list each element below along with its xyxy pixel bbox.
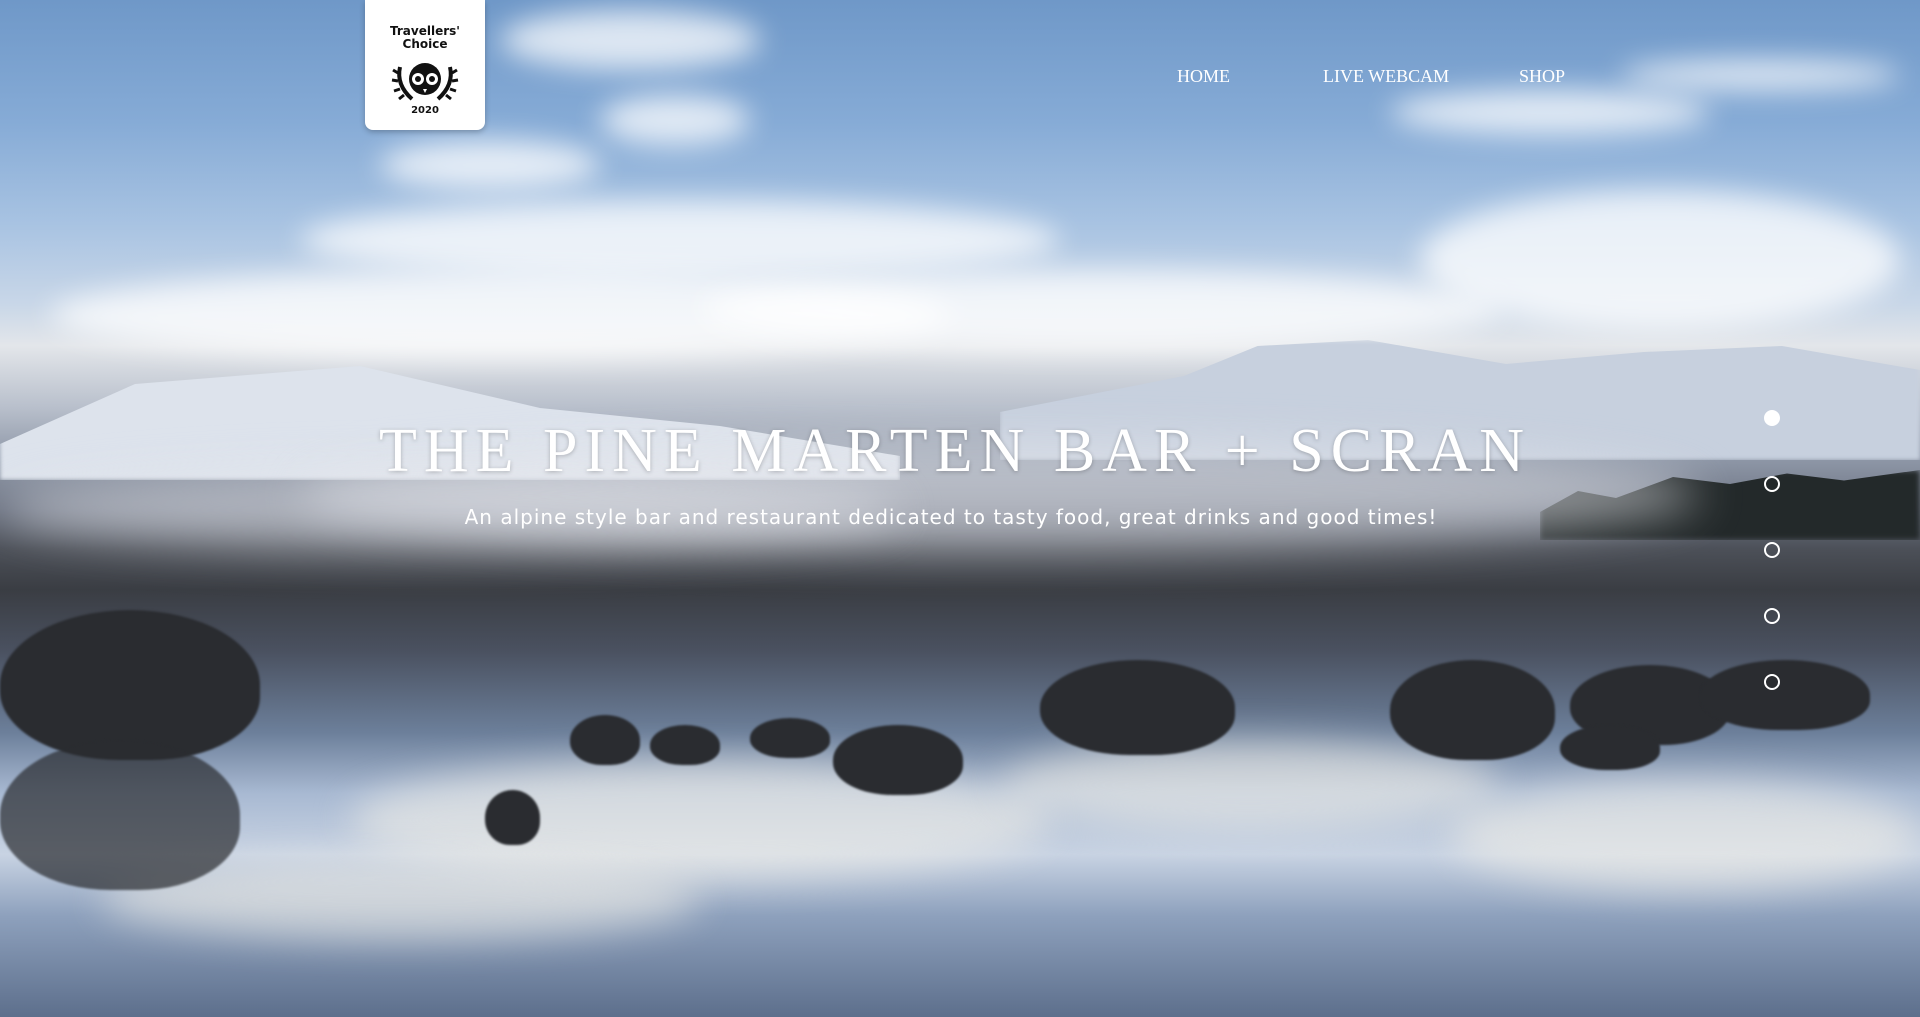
travellers-choice-badge[interactable]: Travellers' Choice 2020 — [365, 0, 485, 130]
nav-shop-link[interactable]: SHOP — [1519, 66, 1565, 87]
slide-dot-3[interactable] — [1764, 542, 1780, 558]
slide-dot-4[interactable] — [1764, 608, 1780, 624]
page-subtitle: An alpine style bar and restaurant dedic… — [464, 505, 1438, 529]
slide-dot-2[interactable] — [1764, 476, 1780, 492]
slide-dot-1[interactable] — [1764, 410, 1780, 426]
slideshow-navigation — [1764, 410, 1780, 740]
owl-eyes-icon — [391, 63, 459, 101]
page-title: THE PINE MARTEN BAR + SCRAN — [378, 417, 1532, 485]
badge-title-line2: Choice — [402, 37, 448, 51]
hero-section: Travellers' Choice 2020 HOME LIVE WEBCAM… — [0, 0, 1920, 1017]
badge-year: 2020 — [411, 105, 439, 116]
slide-dot-5[interactable] — [1764, 674, 1780, 690]
nav-live-webcam-link[interactable]: LIVE WEBCAM — [1323, 66, 1449, 87]
badge-title-line1: Travellers' — [390, 24, 460, 38]
nav-home-link[interactable]: HOME — [1177, 66, 1230, 87]
